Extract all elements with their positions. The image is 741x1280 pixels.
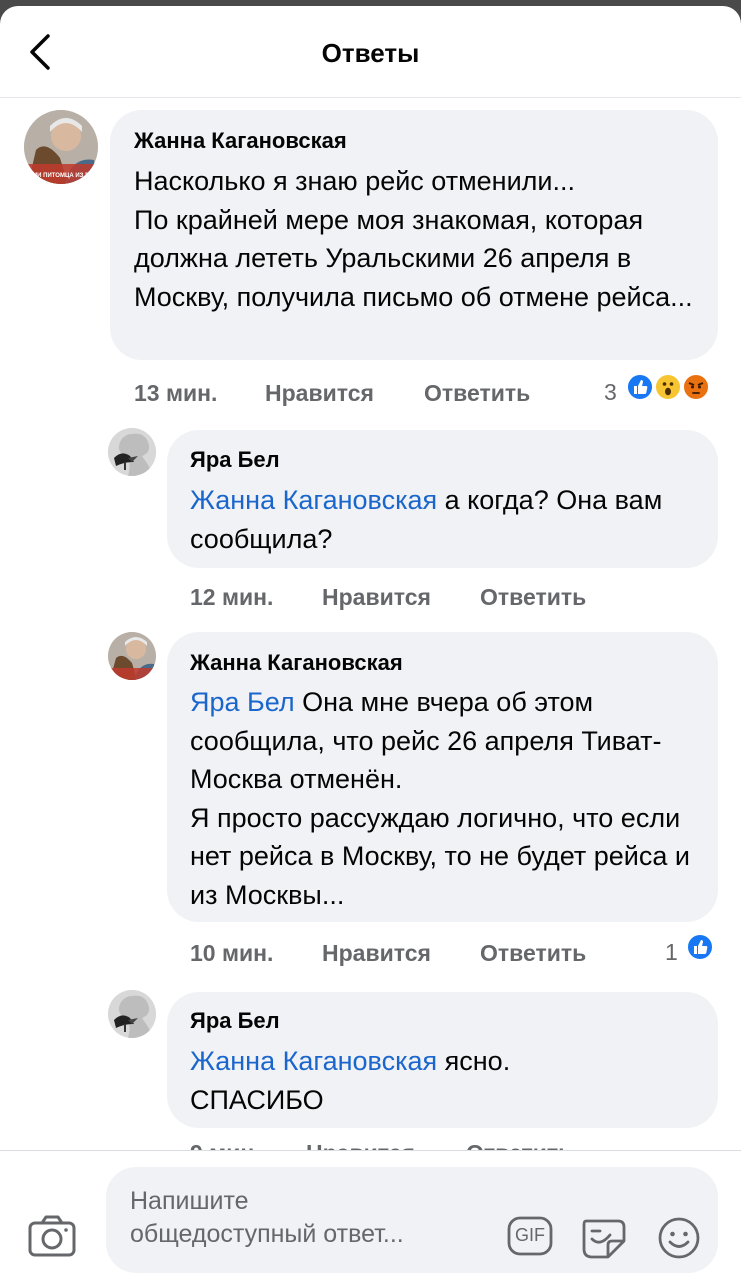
- avatar[interactable]: [108, 990, 156, 1038]
- comment-author[interactable]: Яра Бел: [190, 1008, 280, 1034]
- placeholder-line2: общедоступный ответ...: [130, 1220, 404, 1248]
- replies-screen: Ответы ЗЬМИ ПИТОМЦА ИЗ ПРИ Жанна Каганов…: [0, 6, 741, 1280]
- user-photo: [108, 990, 156, 1038]
- reaction-count[interactable]: 1: [665, 939, 678, 966]
- reply-input-placeholder: Напишите общедоступный ответ...: [130, 1185, 470, 1251]
- sticker-icon: [582, 1219, 626, 1259]
- page-title: Ответы: [321, 38, 420, 68]
- comment-author[interactable]: Жанна Кагановская: [190, 650, 403, 676]
- comment-author[interactable]: Яра Бел: [190, 447, 280, 473]
- svg-text:ЗЬМИ ПИТОМЦА ИЗ ПРИ: ЗЬМИ ПИТОМЦА ИЗ ПРИ: [24, 173, 97, 179]
- mention-link[interactable]: Яра Бел: [190, 687, 295, 717]
- comment-author[interactable]: Жанна Кагановская: [134, 128, 347, 154]
- reply-button[interactable]: Ответить: [480, 584, 586, 611]
- reply-button[interactable]: Ответить: [424, 380, 530, 407]
- like-button[interactable]: Нравится: [306, 1140, 415, 1150]
- header: Ответы: [0, 6, 741, 98]
- reply-input[interactable]: Напишите общедоступный ответ... GIF: [106, 1167, 718, 1273]
- user-photo: ЗЬМИ ПИТОМЦА ИЗ ПРИ: [24, 110, 98, 184]
- wow-icon: [654, 373, 682, 401]
- user-photo: [108, 428, 156, 476]
- sticker-button[interactable]: [578, 1213, 628, 1261]
- user-photo: [108, 632, 156, 680]
- emoji-button[interactable]: [656, 1215, 702, 1261]
- gif-label: GIF: [515, 1225, 545, 1245]
- avatar[interactable]: ЗЬМИ ПИТОМЦА ИЗ ПРИ: [24, 110, 98, 184]
- avatar[interactable]: [108, 428, 156, 476]
- comment-time[interactable]: 9 мин.: [190, 1140, 261, 1150]
- emoji-icon: [658, 1217, 700, 1259]
- camera-button[interactable]: [26, 1213, 78, 1259]
- comment-time[interactable]: 12 мин.: [190, 584, 273, 611]
- angry-icon: [682, 373, 710, 401]
- comment-text: Жанна Кагановская ясно. СПАСИБО: [190, 1042, 702, 1119]
- like-icon: [626, 373, 654, 401]
- comment-time[interactable]: 10 мин.: [190, 940, 273, 967]
- composer-bar: Напишите общедоступный ответ... GIF: [0, 1150, 741, 1280]
- comment-time[interactable]: 13 мин.: [134, 380, 217, 407]
- comment-body: Она мне вчера об этом сообщила, что рейс…: [190, 687, 690, 910]
- reaction-count[interactable]: 3: [604, 379, 617, 406]
- like-button[interactable]: Нравится: [322, 584, 431, 611]
- comment-text: Жанна Кагановская а когда? Она вам сообщ…: [190, 481, 702, 558]
- like-icon: [686, 933, 714, 961]
- mention-link[interactable]: Жанна Кагановская: [190, 485, 437, 515]
- mention-link[interactable]: Жанна Кагановская: [190, 1046, 437, 1076]
- reply-button[interactable]: Ответить: [480, 940, 586, 967]
- like-button[interactable]: Нравится: [322, 940, 431, 967]
- cut-off-actions: 9 мин. Нравится Ответить: [0, 1118, 741, 1150]
- gif-button[interactable]: GIF: [506, 1215, 554, 1257]
- like-button[interactable]: Нравится: [265, 380, 374, 407]
- camera-icon: [28, 1215, 76, 1257]
- avatar[interactable]: [108, 632, 156, 680]
- placeholder-line1: Напишите: [130, 1187, 249, 1215]
- comment-text: Насколько я знаю рейс отменили... По кра…: [134, 166, 693, 312]
- reply-button[interactable]: Ответить: [466, 1140, 572, 1150]
- comment-text: Яра Бел Она мне вчера об этом сообщила, …: [190, 683, 702, 914]
